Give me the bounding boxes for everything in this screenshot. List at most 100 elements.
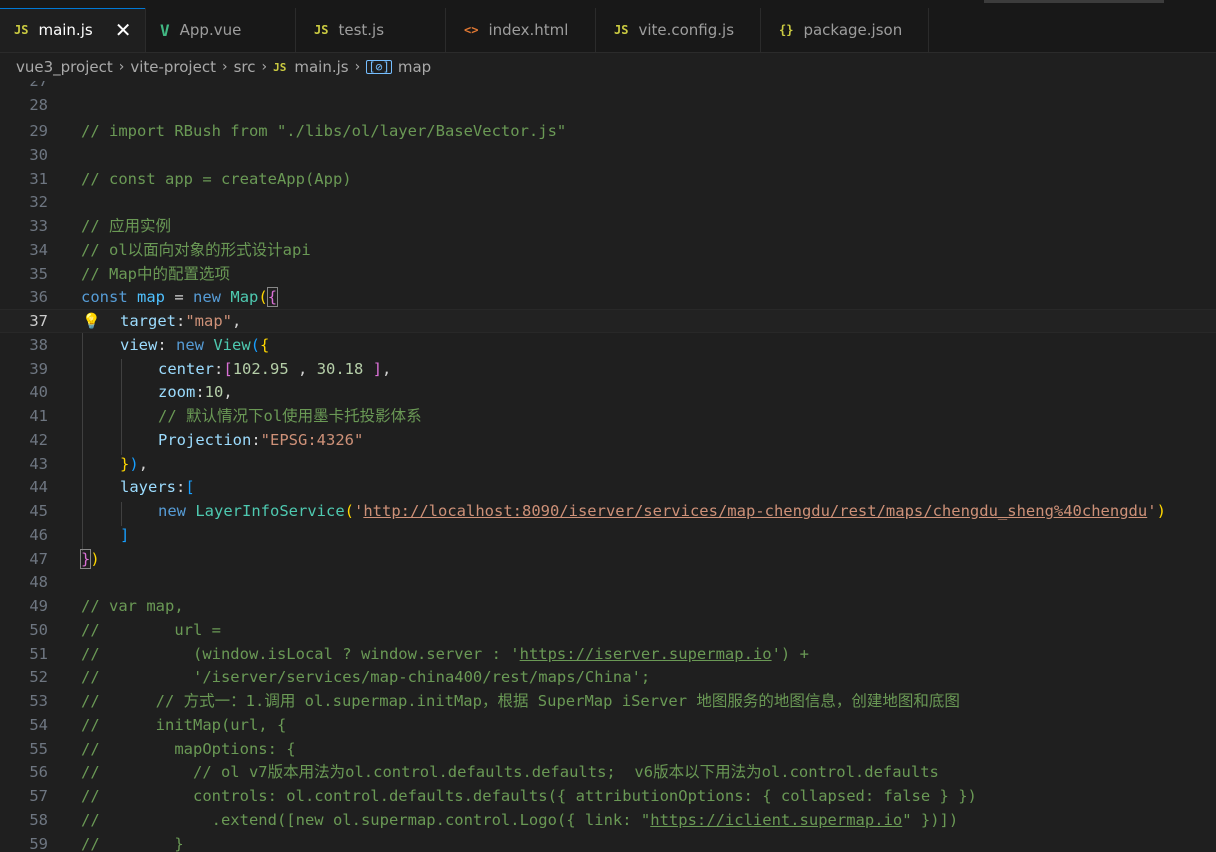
operator: , <box>288 360 317 378</box>
code-editor[interactable]: 27 28 29 // import RBush from "./libs/ol/… <box>0 81 1216 852</box>
code-line: 56 // // ol v7版本用法为ol.control.defaults.de… <box>0 760 1216 784</box>
code-line: 46] <box>0 523 1216 547</box>
line-number: 50 <box>29 621 48 639</box>
operator: = <box>165 288 194 306</box>
breadcrumb-item-project[interactable]: vue3_project <box>16 58 113 76</box>
code-line: 44 layers:[ <box>0 475 1216 499</box>
code-link[interactable]: http://localhost:8090/iserver/services/m… <box>363 502 1147 520</box>
tab-main-js[interactable]: JS main.js ✕ <box>0 8 146 52</box>
code-line: 30 <box>0 143 1216 167</box>
code-comment: // mapOptions: { <box>81 740 296 758</box>
code-comment: // // 方式一：1.调用 ol.supermap.initMap，根据 Su… <box>81 692 960 710</box>
line-number: 49 <box>29 597 48 615</box>
code-line: 35 // Map中的配置选项 <box>0 262 1216 286</box>
html-file-icon: <> <box>464 23 479 37</box>
bracket: ( <box>250 336 261 354</box>
tab-index-html[interactable]: <> index.html <box>446 8 596 52</box>
property-center: center <box>158 360 214 378</box>
property-projection: Projection <box>158 431 252 449</box>
property-layers: layers <box>120 478 176 496</box>
bracket: ] <box>363 360 383 378</box>
code-comment: // const app = createApp(App) <box>81 170 352 188</box>
variable-symbol-icon: [⊘] <box>366 60 392 74</box>
code-line: 51 // (window.isLocal ? window.server : '… <box>0 642 1216 666</box>
line-number: 58 <box>29 811 48 829</box>
string-quote: ' <box>354 502 364 520</box>
line-number: 51 <box>29 645 48 663</box>
breadcrumb: vue3_project › vite-project › src › JS m… <box>0 53 1216 81</box>
line-number: 41 <box>29 407 48 425</box>
line-number: 53 <box>29 692 48 710</box>
chevron-right-icon: › <box>221 59 228 75</box>
bracket: ( <box>258 288 268 306</box>
code-link[interactable]: https://iserver.supermap.io <box>520 645 772 663</box>
line-number: 30 <box>29 146 48 164</box>
vue-file-icon: V <box>160 20 170 40</box>
line-number: 32 <box>29 193 48 211</box>
line-number: 43 <box>29 455 48 473</box>
code-line: 59 // } <box>0 832 1216 852</box>
line-number: 45 <box>29 502 48 520</box>
property-zoom: zoom <box>158 383 196 401</box>
code-comment: " })]) <box>902 811 959 829</box>
code-link[interactable]: https://iclient.supermap.io <box>650 811 902 829</box>
line-number: 59 <box>29 835 48 852</box>
bracket: ) <box>90 550 100 568</box>
bracket: ) <box>1156 502 1166 520</box>
code-line: 47}) <box>0 547 1216 571</box>
line-number: 27 <box>29 81 48 90</box>
line-number: 42 <box>29 431 48 449</box>
javascript-file-icon: JS <box>14 23 29 37</box>
tab-label: vite.config.js <box>638 21 735 39</box>
code-comment: // Map中的配置选项 <box>81 265 230 283</box>
operator: : <box>157 336 176 354</box>
keyword-new: new <box>176 336 204 354</box>
line-number: 36 <box>29 288 48 306</box>
keyword-new: new <box>193 288 222 306</box>
property-view: view <box>120 336 158 354</box>
code-line: 58 // .extend([new ol.supermap.control.Lo… <box>0 808 1216 832</box>
number: 102.95 <box>232 360 289 378</box>
tab-app-vue[interactable]: V App.vue <box>146 8 296 52</box>
code-line: 50 // url = <box>0 618 1216 642</box>
breadcrumb-item-symbol[interactable]: map <box>398 58 431 76</box>
tab-vite-config-js[interactable]: JS vite.config.js <box>596 8 761 52</box>
bracket: ) <box>129 455 139 473</box>
tab-label: App.vue <box>179 21 242 39</box>
tab-package-json[interactable]: {} package.json <box>761 8 929 52</box>
line-number: 39 <box>29 360 48 378</box>
tab-test-js[interactable]: JS test.js <box>296 8 446 52</box>
tab-label: package.json <box>803 21 903 39</box>
bracket: } <box>120 455 130 473</box>
line-number: 29 <box>29 122 48 140</box>
breadcrumb-item-folder[interactable]: vite-project <box>130 58 216 76</box>
bracket: ] <box>120 526 130 544</box>
top-scrollbar[interactable] <box>0 0 1216 8</box>
operator: , <box>232 312 242 330</box>
editor-tab-bar: JS main.js ✕ V App.vue JS test.js <> ind… <box>0 8 1216 53</box>
string-value: "map" <box>185 312 233 330</box>
operator: , <box>223 383 233 401</box>
code-line: 43}), <box>0 452 1216 476</box>
bracket-match: { <box>266 287 279 307</box>
line-number: 35 <box>29 265 48 283</box>
line-number: 33 <box>29 217 48 235</box>
line-number: 37 <box>29 312 48 330</box>
lightbulb-icon[interactable]: 💡 <box>82 310 101 332</box>
breadcrumb-item-file[interactable]: main.js <box>294 58 348 76</box>
property-target: target <box>120 312 176 330</box>
json-file-icon: {} <box>779 23 794 37</box>
line-number: 31 <box>29 170 48 188</box>
close-icon[interactable]: ✕ <box>115 18 132 42</box>
javascript-file-icon: JS <box>614 23 629 37</box>
code-line: 27 <box>0 81 1216 93</box>
variable-map: map <box>137 288 166 306</box>
scrollbar-thumb[interactable] <box>984 0 1164 3</box>
code-line: 41 // 默认情况下ol使用墨卡托投影体系 <box>0 404 1216 428</box>
line-number: 47 <box>29 550 48 568</box>
breadcrumb-item-src[interactable]: src <box>234 58 256 76</box>
code-line: 48 <box>0 570 1216 594</box>
code-comment: // 应用实例 <box>81 217 171 235</box>
code-comment: // controls: ol.control.defaults.default… <box>81 787 977 805</box>
operator: : <box>214 360 224 378</box>
